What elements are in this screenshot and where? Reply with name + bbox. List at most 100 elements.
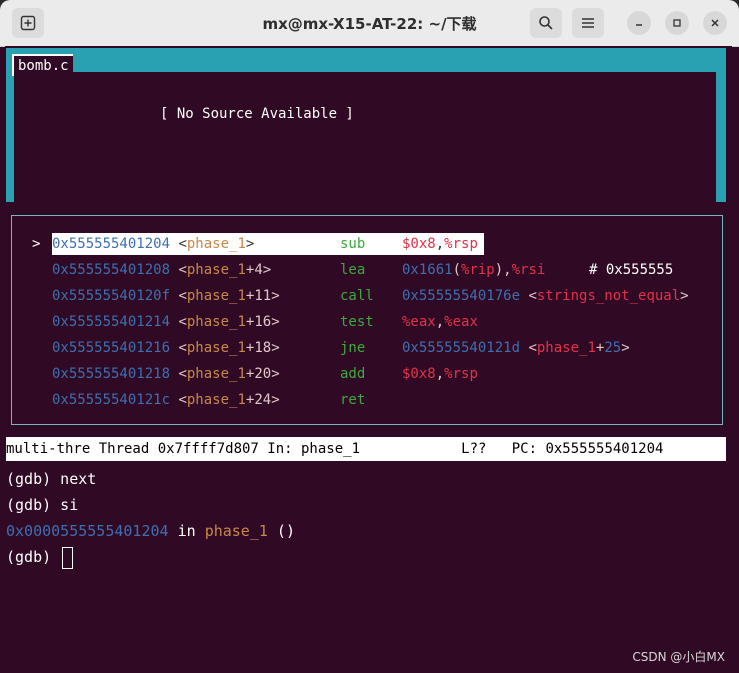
symbol-offset: +24 — [245, 392, 272, 408]
operand-separator: , — [503, 262, 512, 278]
watermark: CSDN @小白MX — [632, 650, 725, 664]
symbol-bracket: < — [170, 392, 187, 408]
instruction-operands: $0x8,%rsp — [402, 363, 478, 385]
instruction-location: 0x555555401218 <phase_1+20> add $0x8,%rsp — [52, 363, 478, 385]
operand-source: %eax — [402, 314, 436, 330]
symbol-function: phase_1 — [186, 288, 246, 304]
instruction-address: 0x555555401218 — [52, 366, 171, 382]
symbol-bracket: < — [520, 288, 537, 304]
instruction-operands: $0x8,%rsp — [402, 233, 478, 255]
instruction-location: 0x55555540121c <phase_1+24> ret — [52, 389, 365, 411]
symbol-bracket: < — [170, 262, 187, 278]
operand-source: $0x8 — [402, 236, 436, 252]
status-bar: multi-thre Thread 0x7ffff7d807 In: phase… — [6, 437, 726, 461]
symbol-function: phase_1 — [186, 236, 246, 252]
operand-target-symbol: phase_1 — [536, 340, 596, 356]
symbol-bracket: > — [262, 262, 272, 278]
minimize-button[interactable] — [627, 11, 651, 35]
assembly-pane: >0x555555401204 <phase_1> sub $0x8,%rsp 0x5… — [11, 215, 723, 425]
instruction-operands: 0x1661(%rip),%rsi — [402, 259, 545, 281]
instruction-location: 0x555555401216 <phase_1+18> jne 0x55555540… — [52, 337, 630, 359]
asm-row: 0x555555401218 <phase_1+20> add $0x8,%rsp — [12, 363, 720, 385]
symbol-offset: +11 — [245, 288, 272, 304]
symbol-bracket: < — [170, 314, 187, 330]
operand-source: $0x8 — [402, 366, 436, 382]
maximize-button[interactable] — [665, 11, 689, 35]
source-pane: [ No Source Available ] bomb.c — [6, 48, 726, 202]
gdb-prompt: (gdb) — [6, 548, 61, 566]
terminal-window: mx@mx-X15-AT-22: ~/下载 [No Source Availa… — [0, 0, 739, 673]
frame-args: () — [267, 522, 295, 540]
symbol-offset: +20 — [245, 366, 272, 382]
operand-register: %rip — [461, 262, 495, 278]
symbol-bracket: < — [170, 366, 187, 382]
instruction-address: 0x555555401208 — [52, 262, 171, 278]
symbol-bracket: > — [271, 366, 280, 382]
symbol-offset: +18 — [245, 340, 272, 356]
symbol-offset: +4 — [245, 262, 263, 278]
operand-target-symbol: strings_not_equal — [536, 288, 681, 304]
current-line-marker: > — [32, 236, 41, 252]
instruction-mnemonic: test — [340, 314, 374, 330]
close-button[interactable] — [703, 11, 727, 35]
current-instruction-highlight: 0x555555401204 <phase_1> sub $0x8,%rsp — [52, 233, 484, 255]
maximize-icon — [673, 19, 681, 27]
symbol-offset: 25 — [604, 340, 622, 356]
instruction-address: 0x55555540121c — [52, 392, 171, 408]
symbol-function: phase_1 — [186, 392, 246, 408]
source-pane-body: [ No Source Available ] — [14, 72, 716, 202]
operand-destination: %eax — [444, 314, 478, 330]
instruction-location: 0x555555401214 <phase_1+16> test %eax,%eax — [52, 311, 478, 333]
symbol-bracket: < — [170, 340, 187, 356]
no-source-message: [ No Source Available ] — [160, 106, 354, 122]
console-line: (gdb) next — [6, 470, 97, 488]
instruction-address: 0x555555401216 — [52, 340, 171, 356]
symbol-bracket: > — [621, 340, 630, 356]
symbol-bracket: < — [170, 288, 187, 304]
frame-address: 0x0000555555401204 — [6, 522, 169, 540]
instruction-address: 0x555555401204 — [52, 236, 171, 252]
instruction-address: 0x555555401214 — [52, 314, 171, 330]
symbol-bracket: < — [520, 340, 537, 356]
symbol-function: phase_1 — [186, 340, 246, 356]
gdb-prompt-line[interactable]: (gdb) — [6, 544, 74, 570]
instruction-comment: # 0x555555 — [589, 262, 674, 278]
search-button[interactable] — [530, 8, 562, 38]
terminal-area[interactable]: [ No Source Available ] bomb.c >0x555555… — [5, 46, 732, 673]
instruction-operands: 0x55555540121d <phase_1+25> — [402, 337, 630, 359]
source-pane-title: bomb.c — [12, 54, 73, 76]
operand-displacement: 0x1661 — [402, 262, 453, 278]
console-line: 0x0000555555401204 in phase_1 () — [6, 518, 295, 544]
symbol-offset: +16 — [245, 314, 272, 330]
symbol-bracket: > — [271, 340, 280, 356]
instruction-mnemonic: ret — [340, 392, 366, 408]
instruction-mnemonic: add — [340, 366, 366, 382]
instruction-mnemonic: lea — [340, 262, 366, 278]
asm-row: 0x55555540121c <phase_1+24> ret — [12, 389, 720, 411]
menu-button[interactable] — [572, 8, 604, 38]
operand-target-address: 0x55555540121d — [402, 340, 521, 356]
minimize-icon — [636, 24, 642, 26]
instruction-operands: %eax,%eax — [402, 311, 478, 333]
symbol-function: phase_1 — [186, 262, 246, 278]
asm-row: >0x555555401204 <phase_1> sub $0x8,%rsp — [12, 233, 720, 255]
symbol-bracket: > — [271, 288, 280, 304]
operand-paren: ) — [494, 262, 504, 278]
console-line: (gdb) si — [6, 496, 79, 514]
symbol-bracket: < — [170, 236, 187, 252]
operand-paren: ( — [452, 262, 462, 278]
instruction-location: 0x555555401208 <phase_1+4> lea 0x1661(%rip… — [52, 259, 545, 281]
symbol-bracket: > — [680, 288, 689, 304]
instruction-mnemonic: call — [340, 288, 374, 304]
search-icon — [539, 16, 553, 30]
asm-row: 0x555555401208 <phase_1+4> lea 0x1661(%rip… — [12, 259, 720, 281]
symbol-bracket: > — [245, 236, 255, 252]
instruction-address: 0x55555540120f — [52, 288, 171, 304]
title-bar: mx@mx-X15-AT-22: ~/下载 — [0, 0, 739, 47]
symbol-bracket: > — [271, 392, 280, 408]
symbol-function: phase_1 — [186, 314, 246, 330]
instruction-operands: 0x55555540176e <strings_not_equal> — [402, 285, 689, 307]
instruction-location: 0x55555540120f <phase_1+11> call 0x5555554… — [52, 285, 689, 307]
hamburger-icon — [582, 18, 594, 28]
operand-destination: %rsp — [444, 236, 478, 252]
